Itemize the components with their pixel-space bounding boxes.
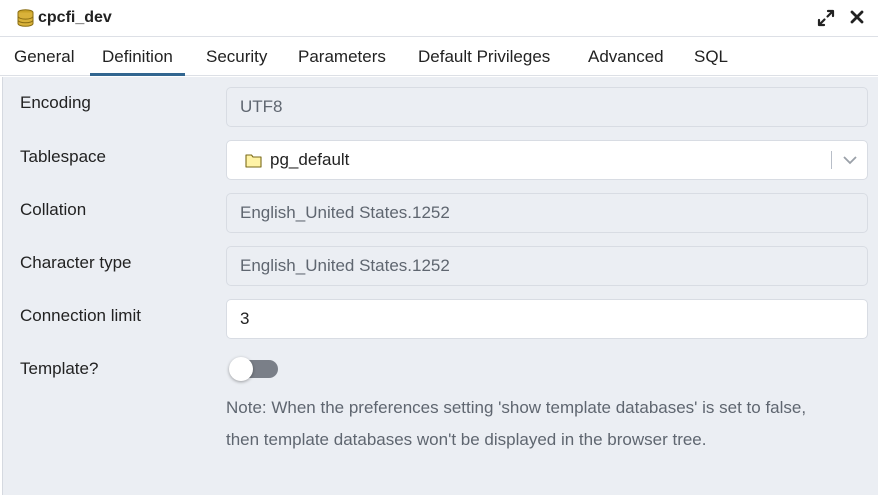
dialog-title: cpcfi_dev xyxy=(38,9,112,26)
encoding-field: UTF8 xyxy=(226,87,868,127)
tab-default-privileges[interactable]: Default Privileges xyxy=(406,38,562,76)
select-separator xyxy=(831,151,832,169)
encoding-label: Encoding xyxy=(20,93,91,112)
collation-field: English_United States.1252 xyxy=(226,193,868,233)
dialog-titlebar: cpcfi_dev xyxy=(0,0,878,37)
template-note-line: then template databases won't be display… xyxy=(226,430,707,449)
definition-panel: Encoding UTF8 Tablespace pg_default Coll… xyxy=(2,77,878,495)
tab-general[interactable]: General xyxy=(2,38,86,76)
toggle-knob xyxy=(229,357,253,381)
template-toggle[interactable] xyxy=(229,357,279,381)
tab-security[interactable]: Security xyxy=(194,38,279,76)
tab-sql[interactable]: SQL xyxy=(682,38,740,76)
tab-bar: General Definition Security Parameters D… xyxy=(0,38,878,76)
folder-icon xyxy=(245,154,262,168)
tab-advanced[interactable]: Advanced xyxy=(576,38,676,76)
tablespace-label: Tablespace xyxy=(20,147,107,166)
character-type-label: Character type xyxy=(20,253,132,272)
template-label: Template? xyxy=(20,359,99,378)
tab-definition[interactable]: Definition xyxy=(90,38,185,76)
expand-icon[interactable] xyxy=(817,9,835,27)
chevron-down-icon[interactable] xyxy=(843,154,857,166)
template-note-line: Note: When the preferences setting 'show… xyxy=(226,398,807,417)
template-note: Note: When the preferences setting 'show… xyxy=(226,392,876,456)
close-icon[interactable] xyxy=(849,9,865,25)
tablespace-select[interactable]: pg_default xyxy=(226,140,868,180)
database-icon xyxy=(17,9,34,27)
connection-limit-label: Connection limit xyxy=(20,306,141,325)
collation-label: Collation xyxy=(20,200,87,219)
connection-limit-input[interactable]: 3 xyxy=(226,299,868,339)
tab-parameters[interactable]: Parameters xyxy=(286,38,398,76)
character-type-field: English_United States.1252 xyxy=(226,246,868,286)
tablespace-value: pg_default xyxy=(270,150,350,169)
